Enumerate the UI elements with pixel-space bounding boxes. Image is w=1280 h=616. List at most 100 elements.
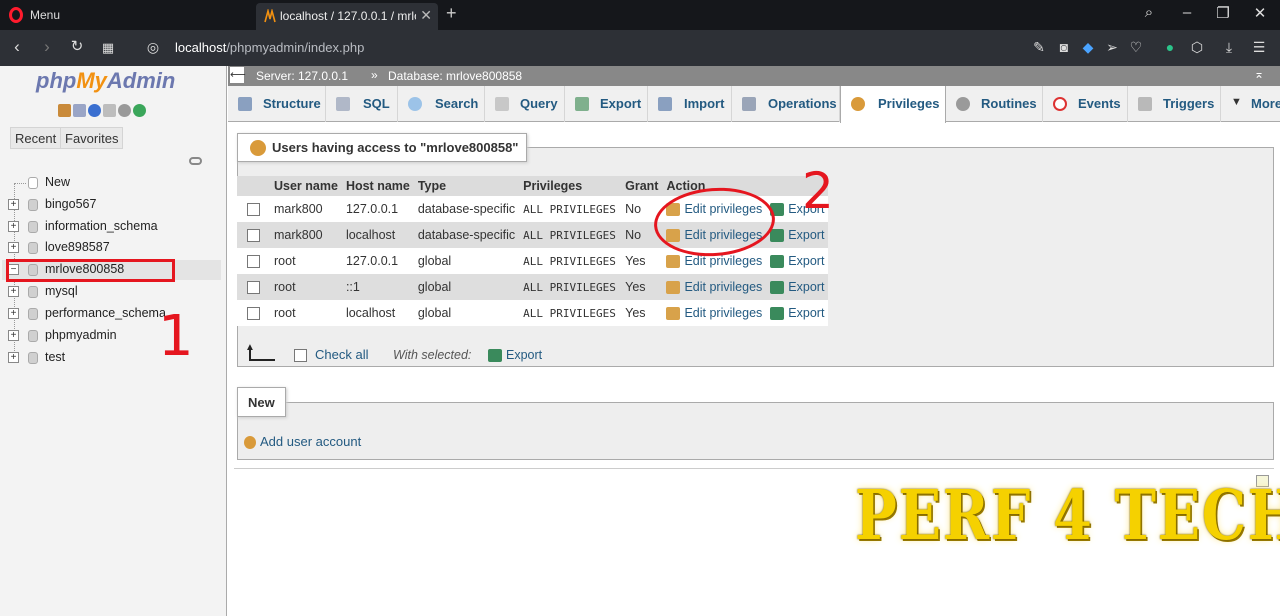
cell-privileges: ALL PRIVILEGES <box>519 248 622 274</box>
row-checkbox[interactable] <box>247 255 260 269</box>
tree-label: test <box>45 350 66 364</box>
reload-nav-icon[interactable] <box>133 104 146 117</box>
heart-icon[interactable]: ♡ <box>1127 39 1145 56</box>
tab-operations[interactable]: Operations <box>732 86 840 122</box>
home-icon[interactable] <box>58 104 71 117</box>
docs-icon[interactable] <box>103 104 116 117</box>
expand-icon[interactable]: + <box>8 308 19 319</box>
add-user-account-link[interactable]: Add user account <box>244 434 361 450</box>
globe-icon[interactable]: ◎ <box>142 39 164 56</box>
sql-icon <box>336 97 350 111</box>
database-icon <box>28 199 38 211</box>
back-arrow-icon[interactable]: ‹ <box>6 37 28 57</box>
row-checkbox[interactable] <box>247 203 260 217</box>
browser-tabbar: Menu localhost / 127.0.0.1 / mrlove80085… <box>0 0 1280 30</box>
favorites-button[interactable]: Favorites <box>60 127 124 149</box>
recent-button[interactable]: Recent <box>10 127 62 149</box>
edit-icon[interactable]: ✎ <box>1030 39 1048 56</box>
speed-dial-icon[interactable]: ▦ <box>97 40 119 56</box>
top-menu-tabs: Structure SQL Search Query Export Import… <box>228 86 1280 123</box>
opera-logo-icon[interactable] <box>9 7 23 23</box>
tab-export[interactable]: Export <box>565 86 648 122</box>
tree-label: bingo567 <box>45 197 97 211</box>
edit-privileges-link[interactable]: Edit privileges <box>662 300 767 326</box>
send-icon[interactable]: ➢ <box>1103 39 1121 56</box>
database-icon <box>28 330 38 342</box>
tab-query[interactable]: Query <box>485 86 565 122</box>
expand-icon[interactable]: + <box>8 352 19 363</box>
tab-import[interactable]: Import <box>648 86 732 122</box>
tab-sql[interactable]: SQL <box>326 86 398 122</box>
maximize-icon[interactable]: ❐ <box>1213 4 1233 22</box>
breadcrumb-database[interactable]: Database: mrlove800858 <box>388 69 522 83</box>
tab-triggers[interactable]: Triggers <box>1128 86 1221 122</box>
browser-menu-button[interactable]: Menu <box>30 8 60 22</box>
shield-icon[interactable]: ◆ <box>1079 39 1097 56</box>
menu-lines-icon[interactable]: ☰ <box>1250 39 1268 56</box>
check-all-control[interactable]: Check all <box>294 347 368 363</box>
row-checkbox[interactable] <box>247 281 260 295</box>
edit-privileges-link[interactable]: Edit privileges <box>662 274 767 300</box>
row-checkbox[interactable] <box>247 229 260 243</box>
cell-privileges: ALL PRIVILEGES <box>519 196 622 222</box>
export-link[interactable]: Export <box>766 248 829 274</box>
collapse-header-icon[interactable]: ⌅ <box>1254 67 1264 81</box>
breadcrumb-server[interactable]: Server: 127.0.0.1 <box>256 69 348 83</box>
close-window-icon[interactable]: ✕ <box>1250 4 1270 22</box>
collapse-nav-icon[interactable]: ⟵ <box>230 67 246 83</box>
box-icon[interactable]: ⬡ <box>1188 39 1206 56</box>
link-with-main-icon[interactable] <box>189 157 202 165</box>
tab-search[interactable]: Search <box>398 86 485 122</box>
export-link[interactable]: Export <box>766 274 829 300</box>
browser-tab-active[interactable]: localhost / 127.0.0.1 / mrlove800858 ✕ <box>256 3 438 30</box>
logout-icon[interactable] <box>73 104 86 117</box>
download-icon[interactable]: ⤓ <box>1220 39 1238 56</box>
browser-addressbar: ‹ › ↻ ▦ ◎ localhost/phpmyadmin/index.php… <box>0 30 1280 66</box>
tab-routines[interactable]: Routines <box>946 86 1043 122</box>
account-icon[interactable]: ● <box>1161 39 1179 55</box>
header-user[interactable]: User name <box>270 176 342 196</box>
tab-privileges[interactable]: Privileges <box>840 86 946 123</box>
forward-arrow-icon[interactable]: › <box>36 37 58 57</box>
help-icon[interactable] <box>88 104 101 117</box>
bulk-export-button[interactable]: Export <box>488 348 542 363</box>
expand-icon[interactable]: + <box>8 242 19 253</box>
header-privileges[interactable]: Privileges <box>519 176 622 196</box>
cell-host: ::1 <box>341 274 414 300</box>
expand-icon[interactable]: + <box>8 221 19 232</box>
edit-privileges-icon <box>666 307 681 321</box>
check-all-checkbox[interactable] <box>294 349 307 363</box>
row-checkbox[interactable] <box>247 307 260 321</box>
browser-search-icon[interactable]: ⌕ <box>1139 4 1159 21</box>
tab-label: Events <box>1078 96 1121 111</box>
phpmyadmin-logo[interactable]: phpMyAdmin <box>36 68 175 94</box>
reload-icon[interactable]: ↻ <box>66 37 88 55</box>
expand-icon[interactable]: + <box>8 330 19 341</box>
export-link[interactable]: Export <box>766 300 829 326</box>
expand-icon[interactable]: + <box>8 286 19 297</box>
settings-gear-icon[interactable] <box>118 104 131 117</box>
tab-events[interactable]: Events <box>1043 86 1128 122</box>
tab-more[interactable]: ▼ More <box>1221 86 1280 122</box>
tree-label: phpmyadmin <box>45 328 117 342</box>
header-grant[interactable]: Grant <box>621 176 663 196</box>
address-input[interactable]: localhost/phpmyadmin/index.php <box>175 40 364 55</box>
camera-icon[interactable]: ◙ <box>1055 39 1073 55</box>
with-selected-label: With selected: <box>393 348 472 362</box>
export-link[interactable]: Export <box>766 222 829 248</box>
users-icon <box>250 140 266 156</box>
export-icon <box>770 229 785 243</box>
header-host[interactable]: Host name <box>341 176 414 196</box>
tab-close-icon[interactable]: ✕ <box>420 7 432 24</box>
expand-icon[interactable]: + <box>8 199 19 210</box>
tab-structure[interactable]: Structure <box>228 86 326 122</box>
database-icon <box>28 242 38 254</box>
cell-privileges: ALL PRIVILEGES <box>519 300 622 326</box>
check-all-label[interactable]: Check all <box>315 347 368 362</box>
cell-grant: Yes <box>621 248 663 274</box>
browser-tab-title: localhost / 127.0.0.1 / mrlove800858 <box>280 9 416 23</box>
minimize-icon[interactable]: – <box>1177 4 1197 21</box>
annotation-number-1: 1 <box>158 304 194 369</box>
new-tab-icon[interactable]: + <box>446 3 457 24</box>
header-type[interactable]: Type <box>413 176 520 196</box>
